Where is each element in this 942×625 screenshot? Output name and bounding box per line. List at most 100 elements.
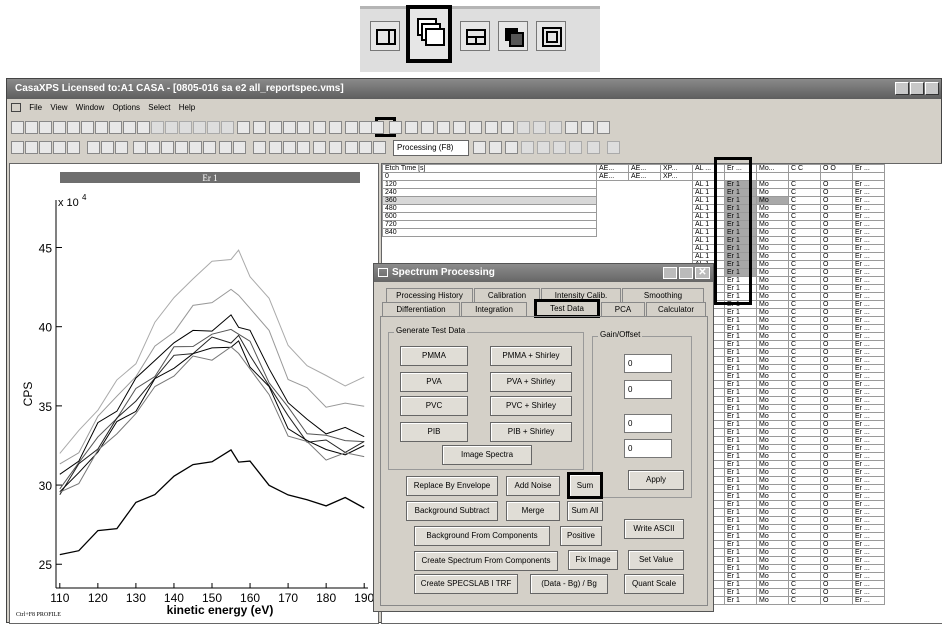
toolbar2-tool-31-icon[interactable]	[569, 141, 582, 154]
replace-by-envelope-button[interactable]: Replace By Envelope	[406, 476, 498, 496]
positive-button[interactable]: Positive	[560, 526, 602, 546]
toolbar1-tool-5-icon[interactable]	[81, 121, 94, 134]
toolbar1-tool-19-icon[interactable]	[283, 121, 296, 134]
toolbar1-tool-28-icon[interactable]	[421, 121, 434, 134]
toolbar1-tool-26-icon[interactable]	[389, 121, 402, 134]
dialog-close-button[interactable]: ✕	[695, 267, 710, 279]
pva-button[interactable]: PVA	[400, 372, 468, 392]
toolbar2-tool-14-icon[interactable]	[219, 141, 232, 154]
toolbar1-tool-25-icon[interactable]	[371, 121, 384, 134]
menu-window[interactable]: Window	[76, 103, 104, 112]
toolbar1-tool-4-icon[interactable]	[67, 121, 80, 134]
add-noise-button[interactable]: Add Noise	[506, 476, 560, 496]
toolbar2-tool-28-icon[interactable]	[521, 141, 534, 154]
menu-file[interactable]: File	[29, 103, 42, 112]
toolbar2-tool-32-icon[interactable]	[587, 141, 600, 154]
table-header-row[interactable]: Etch Time [s] AE... AE... XP... AL ... Er ...…	[382, 164, 885, 173]
toolbar1-tool-36-icon[interactable]	[549, 121, 562, 134]
offset-input-2[interactable]: 0	[624, 439, 672, 458]
create-spectrum-from-components-button[interactable]: Create Spectrum From Components	[414, 551, 558, 571]
toolbar2-tool-9-icon[interactable]	[147, 141, 160, 154]
toolbar2-tool-25-icon[interactable]	[473, 141, 486, 154]
toolbar1-tool-38-icon[interactable]	[581, 121, 594, 134]
cascade-windows-icon[interactable]	[406, 5, 452, 63]
toolbar1-tool-22-icon[interactable]	[329, 121, 342, 134]
gain-input-1[interactable]: 0	[624, 354, 672, 373]
dialog-maximize-button[interactable]	[679, 267, 693, 279]
toolbar1-tool-21-icon[interactable]	[313, 121, 326, 134]
tab-processing-history[interactable]: Processing History	[386, 288, 473, 302]
toolbar1-tool-10-icon[interactable]	[151, 121, 164, 134]
table-row[interactable]: 120 AL 1 Er 1 Mo C O Er ...	[382, 180, 885, 189]
toolbar1-tool-13-icon[interactable]	[193, 121, 206, 134]
pva-shirley-button[interactable]: PVA + Shirley	[490, 372, 572, 392]
toolbar1-tool-0-icon[interactable]	[11, 121, 24, 134]
pvc-shirley-button[interactable]: PVC + Shirley	[490, 396, 572, 416]
toolbar1-tool-6-icon[interactable]	[95, 121, 108, 134]
table-row[interactable]: AL 1Er 1MoCOEr ...	[383, 252, 885, 261]
toolbar1-tool-34-icon[interactable]	[517, 121, 530, 134]
table-row[interactable]: 840 AL 1 Er 1 Mo C O Er ...	[382, 228, 885, 237]
toolbar1-tool-12-icon[interactable]	[179, 121, 192, 134]
toolbar2-tool-27-icon[interactable]	[505, 141, 518, 154]
toolbar1-tool-30-icon[interactable]	[453, 121, 466, 134]
set-value-button[interactable]: Set Value	[628, 550, 684, 570]
toolbar1-tool-39-icon[interactable]	[597, 121, 610, 134]
toolbar2-tool-6-icon[interactable]	[101, 141, 114, 154]
tab-calibration[interactable]: Calibration	[474, 288, 540, 302]
toolbar2-tool-16-icon[interactable]	[253, 141, 266, 154]
toolbar2-tool-24-icon[interactable]	[373, 141, 386, 154]
toolbar1-tool-1-icon[interactable]	[25, 121, 38, 134]
table-row[interactable]: 0 AE... AE... XP...	[382, 172, 885, 181]
tab-pca[interactable]: PCA	[601, 302, 645, 316]
tile-horizontal-icon[interactable]	[460, 21, 490, 51]
close-button[interactable]	[925, 82, 939, 95]
toolbar2-tool-2-icon[interactable]	[39, 141, 52, 154]
pib-button[interactable]: PIB	[400, 422, 468, 442]
toolbar1-tool-33-icon[interactable]	[501, 121, 514, 134]
menu-select[interactable]: Select	[148, 103, 170, 112]
table-row[interactable]: AL 1Er 1MoCOEr ...	[383, 244, 885, 253]
toolbar2-tool-22-icon[interactable]	[345, 141, 358, 154]
tab-differentiation[interactable]: Differentiation	[382, 302, 460, 316]
offset-input-1[interactable]: 0	[624, 414, 672, 433]
processing-button[interactable]: Processing (F8)	[393, 140, 469, 156]
toolbar1-tool-14-icon[interactable]	[207, 121, 220, 134]
pib-shirley-button[interactable]: PIB + Shirley	[490, 422, 572, 442]
toolbar2-tool-18-icon[interactable]	[283, 141, 296, 154]
toolbar2-tool-26-icon[interactable]	[489, 141, 502, 154]
pvc-button[interactable]: PVC	[400, 396, 468, 416]
toolbar1-tool-31-icon[interactable]	[469, 121, 482, 134]
overlay-icon[interactable]	[498, 21, 528, 51]
image-spectra-button[interactable]: Image Spectra	[442, 445, 532, 465]
toolbar1-tool-3-icon[interactable]	[53, 121, 66, 134]
toolbar2-tool-30-icon[interactable]	[553, 141, 566, 154]
toolbar2-tool-15-icon[interactable]	[233, 141, 246, 154]
toolbar2-tool-7-icon[interactable]	[115, 141, 128, 154]
toolbar1-tool-18-icon[interactable]	[269, 121, 282, 134]
spectrum-plot-pane[interactable]: Er 1x 10 4 45 40 35 30 25 110 120 130 140 150 160 170…	[9, 163, 379, 624]
menu-view[interactable]: View	[50, 103, 67, 112]
toolbar2-tool-5-icon[interactable]	[87, 141, 100, 154]
toolbar2-tool-23-icon[interactable]	[359, 141, 372, 154]
menu-help[interactable]: Help	[179, 103, 195, 112]
data-bg-button[interactable]: (Data - Bg) / Bg	[530, 574, 608, 594]
table-row[interactable]: 720 AL 1 Er 1 Mo C O Er ...	[382, 220, 885, 229]
pmma-button[interactable]: PMMA	[400, 346, 468, 366]
toolbar1-tool-17-icon[interactable]	[253, 121, 266, 134]
toolbar2-tool-19-icon[interactable]	[297, 141, 310, 154]
toolbar2-tool-12-icon[interactable]	[189, 141, 202, 154]
dialog-minimize-button[interactable]	[663, 267, 677, 279]
toolbar2-tool-11-icon[interactable]	[175, 141, 188, 154]
merge-button[interactable]: Merge	[506, 501, 560, 521]
toolbar1-tool-9-icon[interactable]	[137, 121, 150, 134]
menu-options[interactable]: Options	[112, 103, 140, 112]
toolbar1-tool-29-icon[interactable]	[437, 121, 450, 134]
toolbar2-tool-33-icon[interactable]	[607, 141, 620, 154]
toolbar1-tool-8-icon[interactable]	[123, 121, 136, 134]
toolbar1-tool-11-icon[interactable]	[165, 121, 178, 134]
toolbar2-tool-21-icon[interactable]	[329, 141, 342, 154]
background-from-components-button[interactable]: Background From Components	[414, 526, 550, 546]
gain-input-2[interactable]: 0	[624, 380, 672, 399]
minimize-button[interactable]	[895, 82, 909, 95]
